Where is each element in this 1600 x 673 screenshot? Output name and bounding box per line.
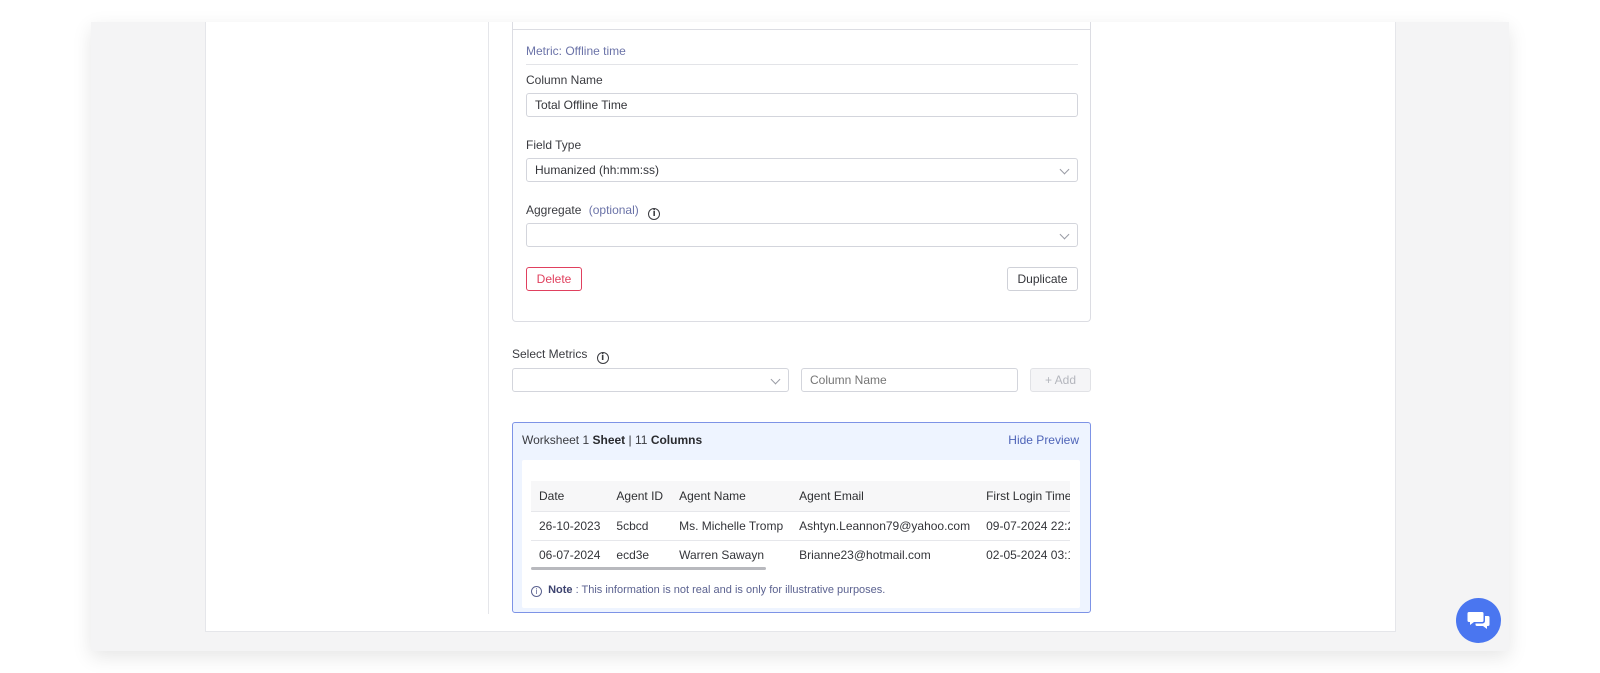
field-type-value: Humanized (hh:mm:ss) — [535, 163, 660, 177]
metric-title: Metric: Offline time — [526, 44, 626, 58]
select-metrics-label-row: Select Metrics i — [512, 347, 609, 364]
table-scroll-area[interactable]: Date Agent ID Agent Name Agent Email Fir… — [531, 481, 1070, 569]
sheet-label: Sheet — [592, 433, 626, 447]
select-metrics-label: Select Metrics — [512, 347, 588, 361]
cell-agent-email: Ashtyn.Leannon79@yahoo.com — [791, 510, 979, 540]
cell-first-login-time: 09-07-2024 22:24:34 +0 — [978, 510, 1070, 540]
add-metric-button[interactable]: + Add — [1030, 368, 1091, 392]
info-icon: i — [531, 586, 542, 597]
cell-agent-name: Ms. Michelle Tromp — [671, 510, 792, 540]
aggregate-label: Aggregate — [526, 203, 582, 217]
chat-button[interactable] — [1456, 598, 1501, 643]
cell-agent-id: ecd3e — [608, 539, 672, 569]
cell-agent-email: Brianne23@hotmail.com — [791, 539, 979, 569]
preview-table: Date Agent ID Agent Name Agent Email Fir… — [531, 481, 1070, 569]
table-row: 26-10-2023 5cbcd Ms. Michelle Tromp Asht… — [531, 510, 1070, 540]
info-icon[interactable]: i — [596, 352, 609, 364]
field-type-select[interactable]: Humanized (hh:mm:ss) — [526, 158, 1078, 182]
chat-bubbles-icon — [1467, 611, 1489, 629]
column-name-input[interactable] — [535, 98, 1069, 112]
table-header-row: Date Agent ID Agent Name Agent Email Fir… — [531, 481, 1070, 511]
aggregate-select[interactable] — [526, 223, 1078, 247]
header-agent-name: Agent Name — [671, 481, 792, 511]
cell-agent-name: Warren Sawayn — [671, 539, 792, 569]
header-agent-email: Agent Email — [791, 481, 979, 511]
cell-date: 06-07-2024 — [531, 539, 609, 569]
new-column-name-field[interactable] — [801, 368, 1018, 392]
new-column-name-input[interactable] — [810, 373, 1009, 387]
note-title: Note — [548, 584, 573, 596]
aggregate-optional-tag: (optional) — [588, 203, 639, 217]
delete-button[interactable]: Delete — [526, 267, 582, 291]
horizontal-scrollbar[interactable] — [531, 567, 766, 570]
column-name-field[interactable] — [526, 93, 1078, 117]
chevron-down-icon — [1059, 164, 1070, 175]
chevron-down-icon — [1059, 229, 1070, 240]
preview-table-container: Date Agent ID Agent Name Agent Email Fir… — [522, 460, 1080, 608]
table-row: 06-07-2024 ecd3e Warren Sawayn Brianne23… — [531, 539, 1070, 569]
select-metrics-dropdown[interactable] — [512, 368, 789, 392]
cell-first-login-time: 02-05-2024 03:18:06 +0 — [978, 539, 1070, 569]
card-top-rule — [513, 29, 1090, 30]
chevron-down-icon — [770, 374, 781, 385]
metric-title-divider — [526, 64, 1078, 65]
column-name-label: Column Name — [526, 73, 603, 87]
header-first-login-time: First Login Time — [978, 481, 1070, 511]
worksheet-preview: Worksheet 1 Sheet | 11 Columns Hide Prev… — [512, 422, 1091, 613]
cell-date: 26-10-2023 — [531, 510, 609, 540]
hide-preview-link[interactable]: Hide Preview — [1008, 433, 1079, 447]
info-icon[interactable]: i — [648, 208, 661, 220]
worksheet-label: Worksheet 1 — [522, 433, 590, 447]
metric-card: Metric: Offline time Column Name Field T… — [512, 22, 1091, 322]
separator: | — [628, 433, 632, 447]
preview-summary: Worksheet 1 Sheet | 11 Columns — [522, 433, 702, 447]
header-agent-id: Agent ID — [608, 481, 672, 511]
duplicate-button[interactable]: Duplicate — [1007, 267, 1078, 291]
preview-note: i Note : This information is not real an… — [531, 584, 885, 597]
columns-count: 11 — [635, 433, 648, 447]
vertical-divider — [488, 22, 489, 614]
columns-label: Columns — [650, 433, 703, 447]
header-date: Date — [531, 481, 609, 511]
cell-agent-id: 5cbcd — [608, 510, 672, 540]
field-type-label: Field Type — [526, 138, 582, 152]
aggregate-label-row: Aggregate (optional) i — [526, 203, 661, 220]
note-text: : This information is not real and is on… — [575, 584, 886, 596]
